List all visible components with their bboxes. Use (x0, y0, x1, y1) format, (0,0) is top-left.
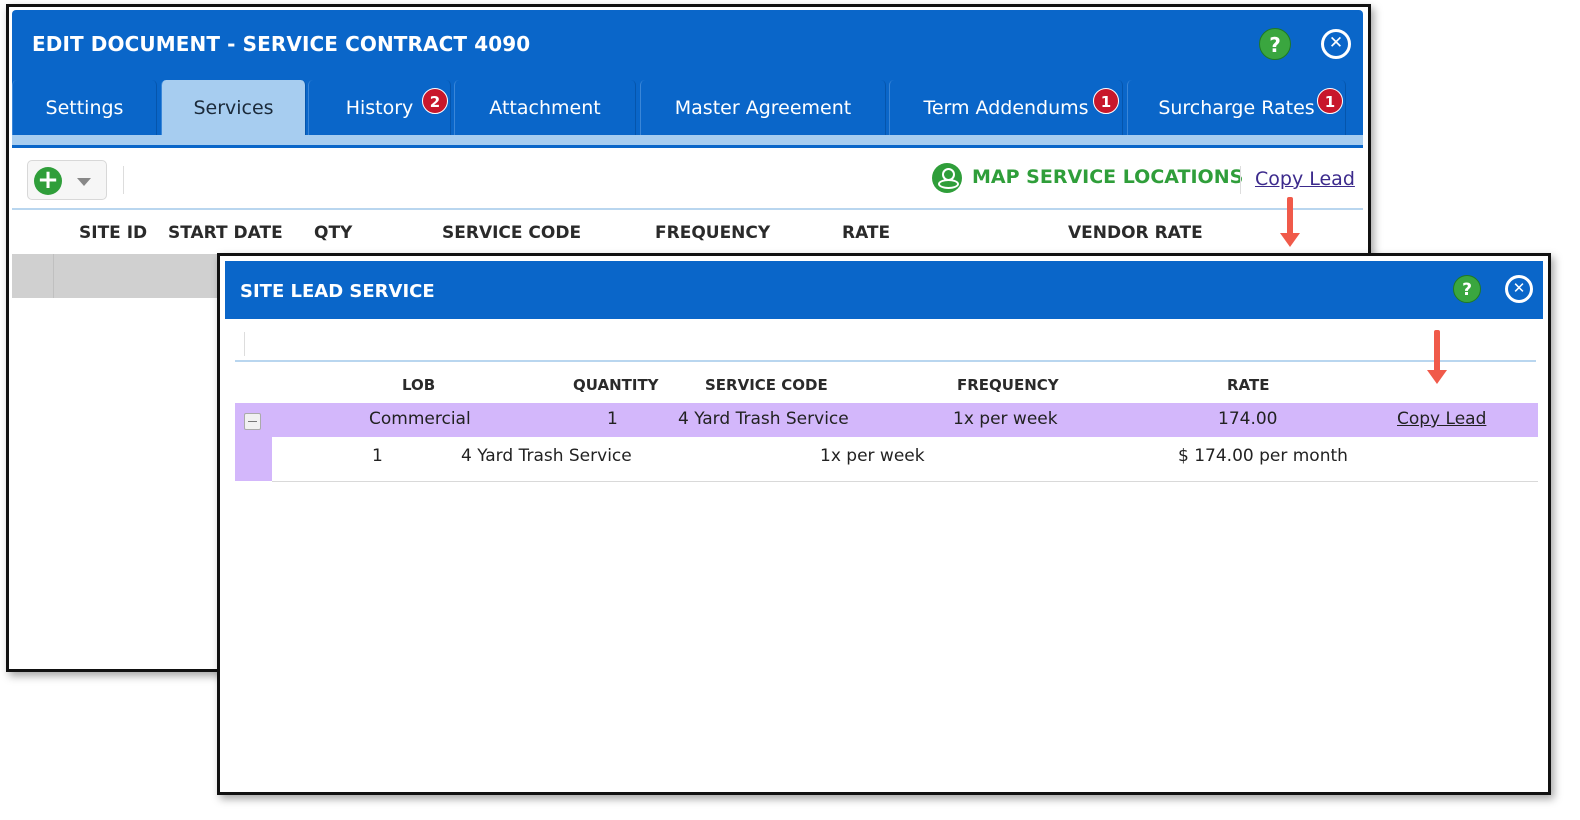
dialog-header: EDIT DOCUMENT - SERVICE CONTRACT 4090 ? … (12, 10, 1363, 76)
tab-label: Settings (45, 97, 124, 119)
toolbar-divider (244, 332, 245, 356)
tab-label: Term Addendums (923, 97, 1089, 119)
dialog-title: SITE LEAD SERVICE (240, 281, 435, 302)
lead-toolbar (235, 328, 1536, 362)
detail-service-code: 4 Yard Trash Service (461, 446, 632, 466)
detail-quantity: 1 (372, 446, 383, 466)
surcharge-rates-badge: 1 (1317, 88, 1343, 114)
column-header-qty[interactable]: QTY (314, 223, 352, 243)
tab-history[interactable]: History 2 (308, 80, 451, 136)
close-icon[interactable]: ✕ (1505, 275, 1533, 303)
tab-attachment[interactable]: Attachment (454, 80, 636, 136)
column-header-service-code[interactable]: SERVICE CODE (705, 376, 828, 394)
annotation-arrow (1427, 330, 1447, 384)
site-lead-service-dialog: SITE LEAD SERVICE ? ✕ LOB QUANTITY SERVI… (217, 253, 1551, 795)
term-addendums-badge: 1 (1093, 88, 1119, 114)
services-grid-header: SITE ID START DATE QTY SERVICE CODE FREQ… (12, 210, 1363, 254)
cell-quantity: 1 (607, 409, 618, 429)
tab-label: Master Agreement (674, 97, 852, 119)
close-icon[interactable]: ✕ (1321, 29, 1351, 59)
table-row[interactable]: Commercial 1 4 Yard Trash Service 1x per… (235, 403, 1538, 437)
services-toolbar: + MAP SERVICE LOCATIONS Copy Lead (12, 148, 1363, 210)
add-service-split-button[interactable]: + (27, 160, 107, 200)
dialog-title: EDIT DOCUMENT - SERVICE CONTRACT 4090 (32, 32, 531, 56)
toolbar-divider (1240, 166, 1241, 194)
map-pin-icon (932, 163, 962, 193)
cell-service-code: 4 Yard Trash Service (678, 409, 849, 429)
tab-surcharge-rates[interactable]: Surcharge Rates 1 (1127, 80, 1346, 136)
column-header-lob[interactable]: LOB (402, 376, 435, 394)
copy-lead-link[interactable]: Copy Lead (1255, 168, 1355, 190)
cell-frequency: 1x per week (953, 409, 1058, 429)
detail-frequency: 1x per week (820, 446, 925, 466)
help-icon[interactable]: ? (1259, 28, 1291, 60)
tab-underline (12, 135, 1363, 145)
column-header-service-code[interactable]: SERVICE CODE (442, 223, 581, 243)
row-divider (272, 481, 1538, 482)
tab-label: Services (193, 97, 274, 119)
copy-lead-link[interactable]: Copy Lead (1397, 409, 1486, 429)
tab-settings[interactable]: Settings (12, 80, 157, 136)
dialog-header: SITE LEAD SERVICE ? ✕ (225, 261, 1543, 319)
history-count-badge: 2 (422, 88, 448, 114)
help-icon[interactable]: ? (1453, 275, 1481, 303)
detail-price: $ 174.00 per month (1178, 446, 1348, 466)
column-header-start-date[interactable]: START DATE (168, 223, 283, 243)
cell-divider (53, 254, 54, 298)
cell-lob: Commercial (369, 409, 471, 429)
tab-label: History (345, 97, 414, 119)
column-header-frequency[interactable]: FREQUENCY (655, 223, 770, 243)
map-service-locations-label: MAP SERVICE LOCATIONS (972, 166, 1244, 188)
cell-rate: 174.00 (1218, 409, 1278, 429)
annotation-arrow (1280, 197, 1300, 247)
column-header-site-id[interactable]: SITE ID (79, 223, 147, 243)
column-header-quantity[interactable]: QUANTITY (573, 376, 659, 394)
add-icon[interactable]: + (34, 167, 62, 195)
detail-gutter (235, 437, 272, 481)
tab-term-addendums[interactable]: Term Addendums 1 (889, 80, 1123, 136)
column-header-rate[interactable]: RATE (1227, 376, 1269, 394)
tab-label: Attachment (489, 97, 601, 119)
collapse-icon[interactable] (244, 413, 261, 430)
chevron-down-icon[interactable] (77, 178, 91, 186)
toolbar-divider (123, 166, 124, 194)
tab-master-agreement[interactable]: Master Agreement (640, 80, 886, 136)
column-header-rate[interactable]: RATE (842, 223, 890, 243)
column-header-vendor-rate[interactable]: VENDOR RATE (1068, 223, 1203, 243)
tab-label: Surcharge Rates (1158, 97, 1315, 119)
column-header-frequency[interactable]: FREQUENCY (957, 376, 1059, 394)
